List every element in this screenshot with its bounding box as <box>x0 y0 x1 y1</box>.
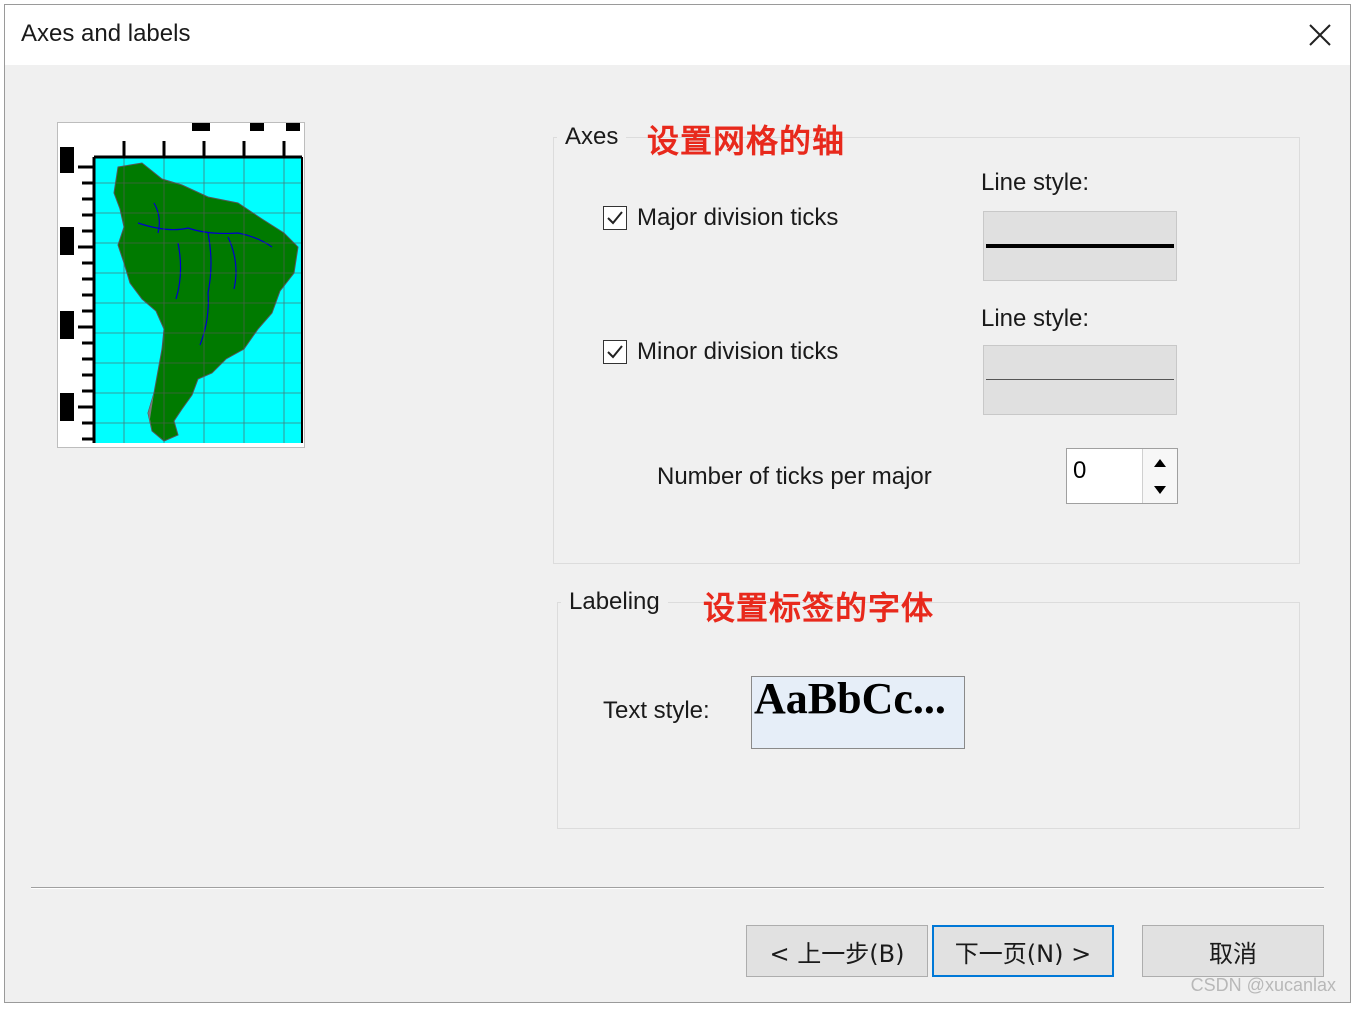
major-line-style-selector[interactable] <box>983 211 1177 281</box>
title-bar: Axes and labels <box>5 5 1350 65</box>
major-line-style-label: Line style: <box>981 169 1090 196</box>
axes-annotation: 设置网格的轴 <box>647 122 846 160</box>
dialog-title: Axes and labels <box>21 20 191 47</box>
labeling-annotation: 设置标签的字体 <box>703 589 935 627</box>
back-button[interactable]: < 上一步(B) <box>746 925 928 977</box>
checkbox-box[interactable] <box>603 206 627 230</box>
ticks-per-major-label: Number of ticks per major <box>657 463 932 490</box>
map-preview <box>57 122 305 448</box>
minor-division-ticks-checkbox[interactable]: Minor division ticks <box>603 338 838 366</box>
text-style-label: Text style: <box>603 697 710 724</box>
next-button[interactable]: 下一页(N) > <box>932 925 1114 977</box>
arrow-down-icon <box>1154 485 1166 494</box>
spinner-buttons <box>1142 449 1177 503</box>
text-style-selector[interactable]: AaBbCc... <box>751 676 965 749</box>
check-icon <box>607 345 623 359</box>
minor-line-style-label: Line style: <box>981 305 1090 332</box>
labeling-group-label: Labeling <box>561 588 668 616</box>
checkbox-box[interactable] <box>603 340 627 364</box>
button-separator <box>31 887 1324 889</box>
text-style-sample: AaBbCc... <box>754 676 946 723</box>
watermark: CSDN @xucanlax <box>1190 975 1336 995</box>
south-america-map-preview <box>58 123 304 447</box>
close-button[interactable] <box>1302 17 1338 53</box>
major-line-style-sample <box>986 244 1174 248</box>
close-icon <box>1309 24 1331 46</box>
spinner-down-button[interactable] <box>1143 476 1177 503</box>
arrow-up-icon <box>1154 458 1166 467</box>
ticks-per-major-input[interactable] <box>1073 457 1137 485</box>
minor-line-style-sample <box>986 379 1174 380</box>
axes-group-label: Axes <box>557 123 627 151</box>
major-division-ticks-label: Major division ticks <box>637 204 839 231</box>
axes-and-labels-dialog: Axes and labels Axes 设置网格的轴 Major divisi… <box>4 4 1351 1003</box>
check-icon <box>607 211 623 225</box>
major-division-ticks-checkbox[interactable]: Major division ticks <box>603 204 838 232</box>
ticks-per-major-spinner <box>1066 448 1178 504</box>
minor-line-style-selector[interactable] <box>983 345 1177 415</box>
minor-division-ticks-label: Minor division ticks <box>637 338 839 365</box>
spinner-up-button[interactable] <box>1143 449 1177 477</box>
cancel-button[interactable]: 取消 <box>1142 925 1324 977</box>
